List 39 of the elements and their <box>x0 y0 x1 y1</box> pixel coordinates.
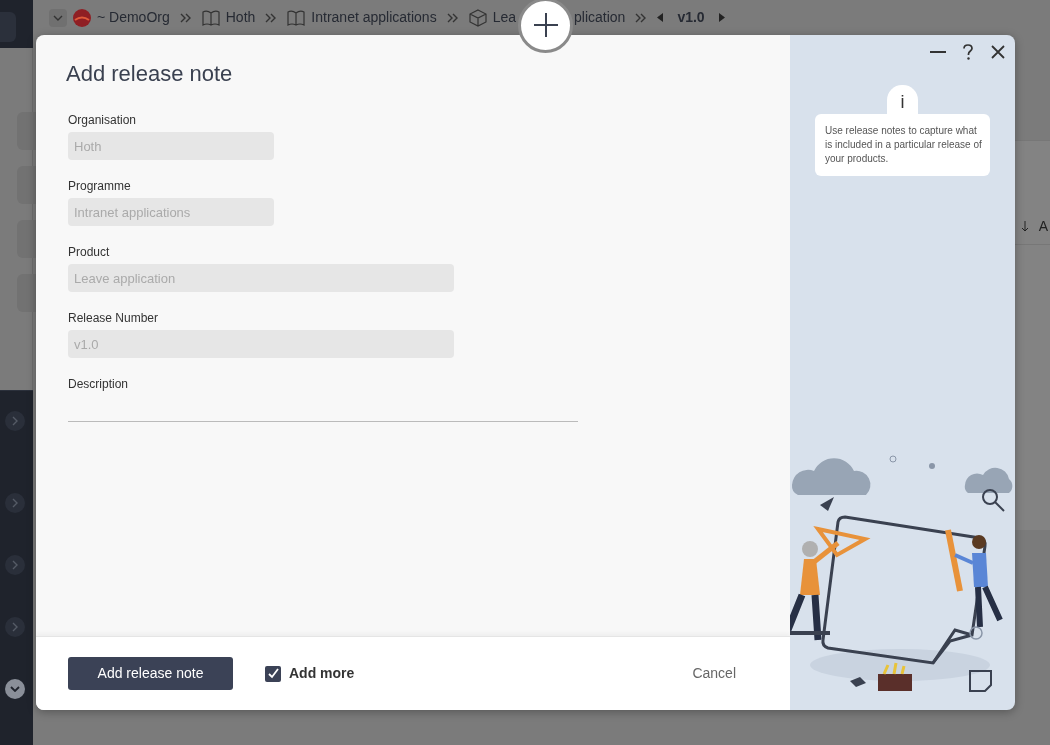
field-label: Product <box>68 244 111 262</box>
collapse-icon[interactable] <box>5 679 25 699</box>
book-icon <box>287 9 306 26</box>
separator-icon <box>446 12 459 23</box>
add-button[interactable] <box>518 0 573 53</box>
add-more-label[interactable]: Add more <box>289 663 355 684</box>
breadcrumb-link[interactable]: Intranet applications <box>311 7 437 28</box>
field-label: Programme <box>68 178 132 196</box>
book-icon <box>201 9 220 26</box>
cancel-link[interactable]: Cancel <box>692 663 736 684</box>
readonly-field[interactable]: v1.0 <box>68 330 454 359</box>
column-header[interactable]: A <box>1038 216 1048 237</box>
field-label: Release Number <box>68 310 160 328</box>
breadcrumb-link[interactable]: Lea <box>492 7 516 28</box>
readonly-field[interactable]: Intranet applications <box>68 198 274 227</box>
box-icon <box>468 8 487 27</box>
separator-icon <box>265 12 278 23</box>
version-label: v1.0 <box>677 8 705 27</box>
field-label: Description <box>68 376 130 394</box>
chevron-down-icon <box>53 14 63 21</box>
breadcrumb-link[interactable]: ~ DemoOrg <box>97 7 170 28</box>
separator-icon <box>179 12 192 23</box>
sort-down-icon[interactable] <box>1020 221 1029 232</box>
info-badge: i <box>887 85 918 115</box>
separator-icon <box>635 12 648 23</box>
org-avatar-icon <box>73 8 91 27</box>
breadcrumb-link[interactable]: plication <box>574 7 626 28</box>
submit-button[interactable]: Add release note <box>68 657 233 690</box>
dropdown-button[interactable] <box>49 8 67 27</box>
previous-icon[interactable] <box>657 13 664 22</box>
field-label: Organisation <box>68 112 138 130</box>
add-more-checkbox[interactable] <box>265 665 281 682</box>
next-icon[interactable] <box>718 13 725 22</box>
readonly-field[interactable]: Leave application <box>68 264 454 293</box>
readonly-field[interactable]: Hoth <box>68 132 274 161</box>
info-text: Use release notes to capture what is included in a particular release of your products. <box>815 114 990 176</box>
dialog-title: Add release note <box>66 61 234 88</box>
breadcrumb-link[interactable]: Hoth <box>225 7 256 28</box>
plus-icon <box>532 12 559 38</box>
